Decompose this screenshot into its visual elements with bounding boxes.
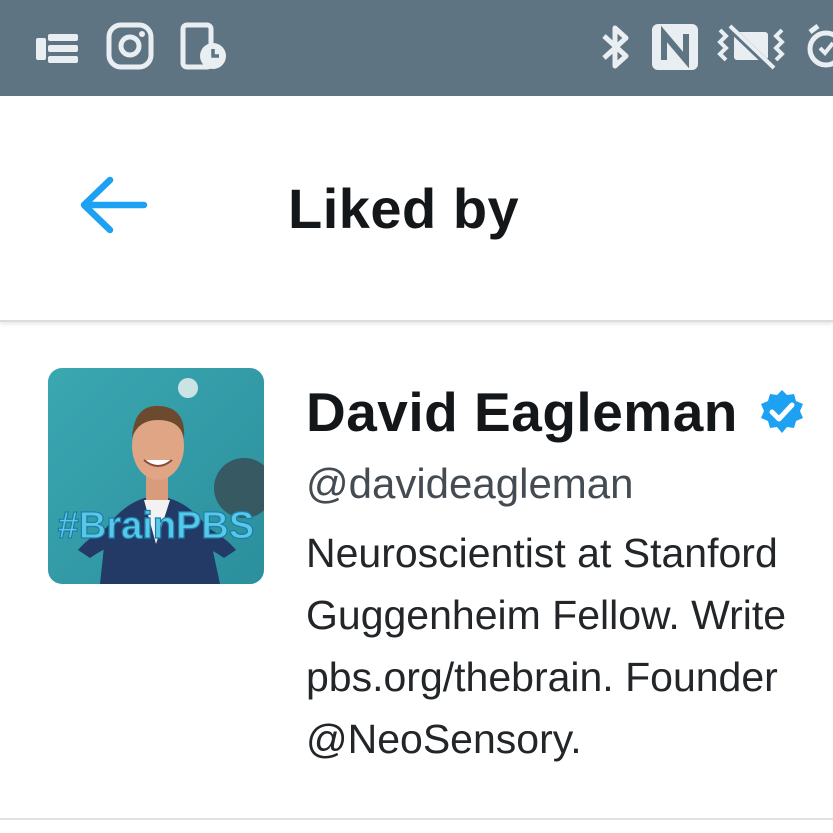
bluetooth-icon: [602, 25, 629, 69]
page-title: Liked by: [288, 177, 520, 240]
app-bar: Liked by: [0, 96, 833, 322]
arrow-left-icon: [80, 176, 148, 234]
bio-line: pbs.org/thebrain. Founder: [306, 654, 778, 700]
user-handle: @davideagleman: [306, 460, 634, 507]
alarm-icon: [807, 24, 833, 68]
instagram-icon: [106, 22, 154, 70]
user-name[interactable]: David Eagleman: [306, 380, 738, 444]
back-button[interactable]: [72, 172, 154, 238]
divider: [0, 818, 833, 820]
status-bar: [0, 0, 833, 96]
bio-line: Neuroscientist at Stanford: [306, 530, 778, 576]
bio-line: Guggenheim Fellow. Write: [306, 592, 787, 638]
user-info: David Eagleman @davideagleman Neuroscien…: [306, 374, 833, 770]
device-clock-icon: [180, 22, 226, 70]
user-bio: Neuroscientist at Stanford Guggenheim Fe…: [306, 522, 833, 770]
vibrate-icon: [717, 24, 785, 71]
verified-badge-icon: [760, 390, 803, 433]
nfc-icon: [652, 24, 698, 70]
notification-bars-icon: [36, 34, 78, 63]
avatar-hashtag: #BrainPBS: [58, 505, 254, 547]
bio-line: @NeoSensory.: [306, 716, 582, 762]
avatar[interactable]: #BrainPBS: [48, 368, 264, 584]
list-item[interactable]: #BrainPBS David Eagleman @davideagleman …: [0, 322, 833, 818]
